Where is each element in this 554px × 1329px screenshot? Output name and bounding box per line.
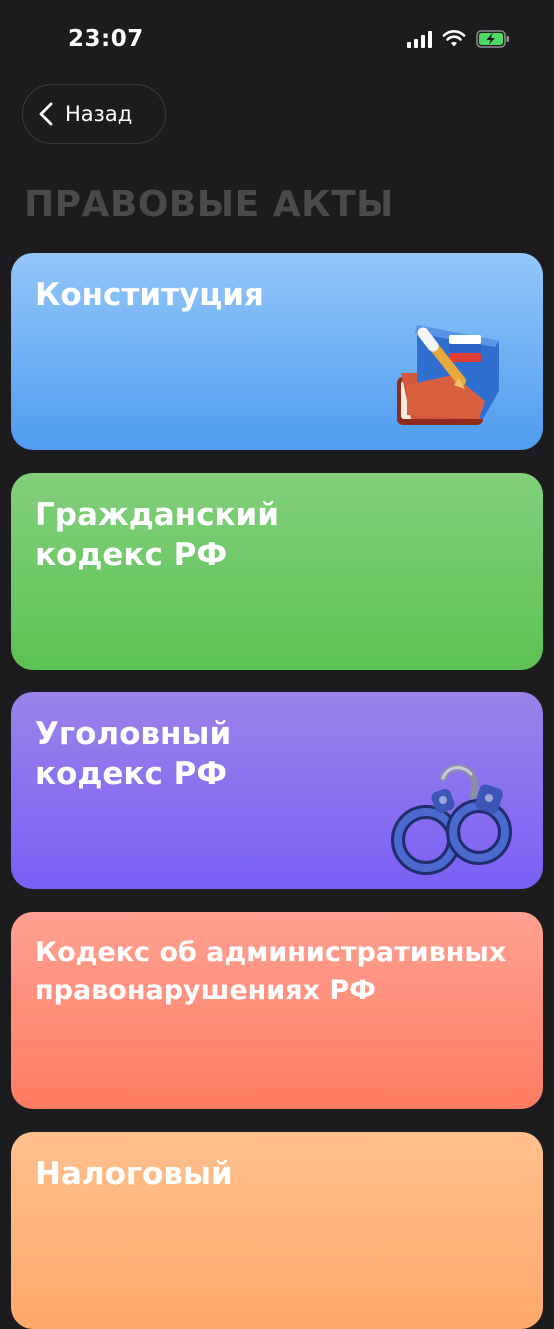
- back-button-label: Назад: [65, 102, 133, 126]
- card-title: Гражданский кодекс РФ: [35, 497, 279, 573]
- card-civil-code[interactable]: Гражданский кодекс РФ: [11, 473, 543, 670]
- chevron-left-icon: [39, 102, 53, 126]
- card-constitution[interactable]: Конституция: [11, 253, 543, 450]
- card-tax-code[interactable]: Налоговый: [11, 1132, 543, 1329]
- book-with-pen-icon: [397, 325, 499, 425]
- page-title: ПРАВОВЫЕ АКТЫ: [24, 184, 394, 225]
- card-title: Конституция: [35, 277, 264, 313]
- status-time: 23:07: [68, 26, 144, 52]
- wifi-icon: [442, 30, 466, 47]
- card-administrative-code[interactable]: Кодекс об административных правонарушени…: [11, 912, 543, 1109]
- card-title: Кодекс об административных правонарушени…: [35, 937, 507, 1006]
- card-title: Налоговый: [35, 1156, 233, 1192]
- card-criminal-code[interactable]: Уголовный кодекс РФ: [11, 692, 543, 889]
- status-icons: [407, 30, 510, 48]
- cellular-signal-icon: [407, 30, 432, 48]
- back-button[interactable]: Назад: [22, 84, 166, 144]
- status-bar: 23:07: [0, 0, 554, 80]
- battery-charging-icon: [476, 30, 509, 48]
- card-title: Уголовный кодекс РФ: [35, 716, 232, 792]
